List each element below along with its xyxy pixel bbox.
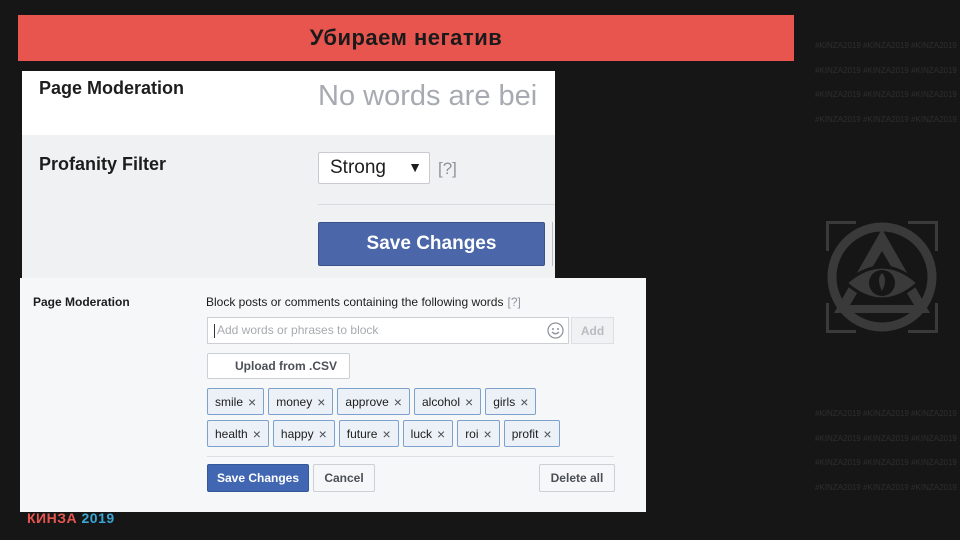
chip-label: approve [345,394,389,409]
hashtag-line: #KINZA2019 #KINZA2019 #KINZA2019 [815,41,957,50]
hashtag-line: #KINZA2019 #KINZA2019 #KINZA2019 [815,114,957,124]
chip-label: girls [493,394,516,409]
profanity-filter-label: Profanity Filter [39,154,167,174]
chip-label: happy [280,426,314,441]
add-button[interactable]: Add [571,317,614,344]
blocked-word-chip: smile × [207,388,265,415]
blocked-word-chip: roi × [457,420,500,447]
hashtag-line: #KINZA2019 #KINZA2019 #KINZA2019 [815,433,957,443]
description-text: Block posts or comments containing the f… [206,295,504,309]
brand-year: 2019 [81,510,115,526]
all-seeing-eye-triangle-icon [823,218,941,336]
hashtag-line: #KINZA2019 #KINZA2019 #KINZA2019 [815,458,957,467]
remove-icon[interactable]: × [248,395,256,409]
slide-title-bar: Убираем негатив [18,15,794,61]
divider [207,456,614,457]
no-words-text: No words are bei [318,80,538,112]
cancel-button-edge[interactable] [552,222,555,266]
chip-label: smile [215,394,244,409]
blocked-word-chip: health × [207,420,269,447]
blocked-word-chip: happy × [272,420,335,447]
remove-icon[interactable]: × [319,427,327,441]
blocked-words-row-1: smile × money × approve × alcohol × girls × [207,388,537,415]
block-words-description: Block posts or comments containing the f… [206,295,521,309]
page-moderation-panel: Page Moderation Block posts or comments … [20,278,646,512]
kinza-brand-logo: КИНЗА 2019 [27,510,115,526]
blocked-word-chip: profit × [503,420,560,447]
hashtag-line: #KINZA2019 #KINZA2019 #KINZA2019 [815,482,957,492]
upload-csv-button[interactable]: Upload from .CSV [207,353,350,379]
chip-label: money [276,394,313,409]
slide-title: Убираем негатив [309,25,503,50]
remove-icon[interactable]: × [317,395,325,409]
hashtag-line: #KINZA2019 #KINZA2019 #KINZA2019 [815,65,957,75]
blocked-word-chip: approve × [337,388,410,415]
block-words-input[interactable] [215,322,539,338]
zoomed-settings-panel: Page Moderation No words are bei Profani… [22,71,555,279]
profanity-filter-select[interactable]: Strong ▼ [318,152,430,184]
remove-icon[interactable]: × [394,395,402,409]
save-changes-button[interactable]: Save Changes [207,464,309,492]
emoji-smile-icon[interactable] [547,322,564,339]
remove-icon[interactable]: × [543,427,551,441]
blocked-word-chip: money × [268,388,334,415]
chip-label: health [215,426,248,441]
remove-icon[interactable]: × [382,427,390,441]
hashtag-pattern-top: #KINZA2019 #KINZA2019 #KINZA2019 #KINZA2… [815,34,957,132]
remove-icon[interactable]: × [437,427,445,441]
profanity-filter-value: Strong [330,157,386,178]
page-moderation-label: Page Moderation [39,78,185,98]
divider [318,204,555,205]
cancel-button[interactable]: Cancel [313,464,375,492]
page-moderation-label: Page Moderation [33,295,130,309]
save-changes-button[interactable]: Save Changes [318,222,545,266]
dropdown-arrow-icon: ▼ [408,159,422,175]
blocked-words-row-2: health × happy × future × luck × roi × profit… [207,420,560,447]
block-words-input-wrapper [207,317,569,344]
blocked-word-chip: luck × [402,420,454,447]
chip-label: roi [465,426,479,441]
remove-icon[interactable]: × [253,427,261,441]
remove-icon[interactable]: × [465,395,473,409]
remove-icon[interactable]: × [484,427,492,441]
delete-all-button[interactable]: Delete all [539,464,615,492]
help-link[interactable]: [?] [507,295,520,309]
hashtag-pattern-bottom: #KINZA2019 #KINZA2019 #KINZA2019 #KINZA2… [815,402,957,500]
chip-label: profit [511,426,539,441]
page-moderation-row: Page Moderation No words are bei [22,71,555,135]
hashtag-line: #KINZA2019 #KINZA2019 #KINZA2019 [815,90,957,99]
remove-icon[interactable]: × [520,395,528,409]
chip-label: luck [410,426,432,441]
hashtag-line: #KINZA2019 #KINZA2019 #KINZA2019 [815,409,957,418]
blocked-word-chip: girls × [485,388,537,415]
help-link[interactable]: [?] [438,159,457,179]
brand-kinza: КИНЗА [27,510,78,526]
blocked-word-chip: future × [338,420,399,447]
chip-label: future [346,426,378,441]
blocked-word-chip: alcohol × [413,388,482,415]
chip-label: alcohol [421,394,461,409]
